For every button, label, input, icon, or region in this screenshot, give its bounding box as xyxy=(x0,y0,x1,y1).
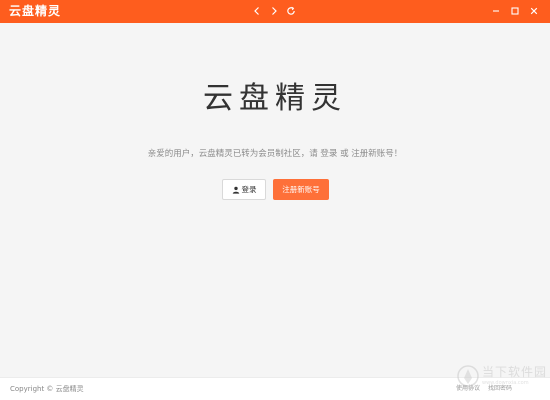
app-logo: 云盘精灵 xyxy=(203,81,347,116)
watermark-url: www.downxia.com xyxy=(482,380,529,386)
maximize-icon xyxy=(511,7,519,15)
close-button[interactable] xyxy=(526,3,542,19)
chevron-left-icon xyxy=(254,7,259,15)
maximize-button[interactable] xyxy=(507,3,523,19)
title-bar: 云盘精灵 xyxy=(0,0,550,23)
watermark-title: 当下软件园 xyxy=(482,365,548,379)
app-title: 云盘精灵 xyxy=(9,4,62,18)
back-button[interactable] xyxy=(249,3,265,19)
refresh-icon xyxy=(287,6,295,15)
main-content: 云盘精灵 亲爱的用户，云盘精灵已转为会员制社区，请 登录 或 注册新账号！ 登录… xyxy=(0,23,550,377)
minimize-button[interactable] xyxy=(488,3,504,19)
refresh-button[interactable] xyxy=(283,3,299,19)
forward-button[interactable] xyxy=(266,3,282,19)
register-button[interactable]: 注册新账号 xyxy=(273,179,329,200)
login-button[interactable]: 登录 xyxy=(222,179,266,200)
register-button-label: 注册新账号 xyxy=(282,185,320,194)
welcome-message: 亲爱的用户，云盘精灵已转为会员制社区，请 登录 或 注册新账号！ xyxy=(147,149,403,159)
watermark-logo-icon xyxy=(457,365,479,389)
close-icon xyxy=(530,7,538,15)
minimize-icon xyxy=(493,10,499,12)
watermark: 当下软件园 www.downxia.com xyxy=(456,364,548,398)
user-icon xyxy=(232,186,240,194)
copyright-text: Copyright © 云盘精灵 xyxy=(10,385,84,393)
chevron-right-icon xyxy=(272,7,277,15)
login-button-label: 登录 xyxy=(241,185,257,194)
